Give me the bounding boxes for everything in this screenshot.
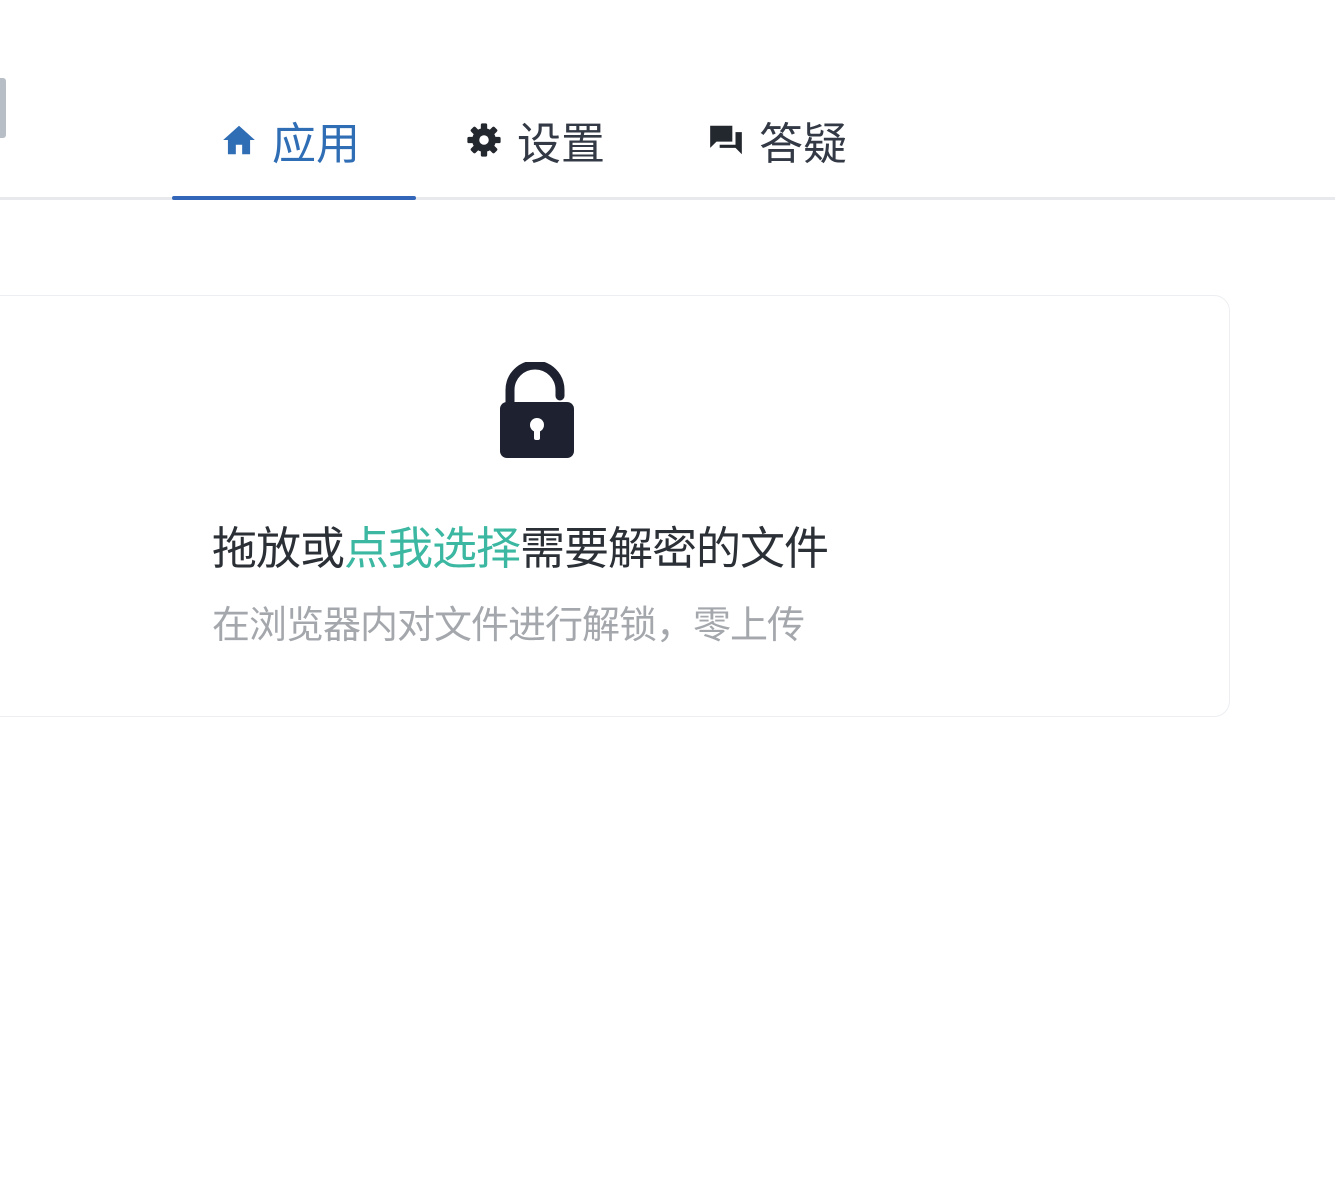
chat-icon xyxy=(710,125,742,155)
drop-instruction: 拖放或点我选择需要解密的文件 xyxy=(212,512,912,577)
gear-icon xyxy=(467,123,501,157)
tab-settings[interactable]: 设置 xyxy=(465,102,605,178)
tab-app[interactable]: 应用 xyxy=(220,102,360,178)
active-tab-indicator xyxy=(172,196,416,200)
drop-subtitle: 在浏览器内对文件进行解锁，零上传 xyxy=(212,603,805,647)
top-nav-bar: 应用 设置 答疑 xyxy=(0,0,1335,200)
tab-qa[interactable]: 答疑 xyxy=(707,102,847,178)
tab-bar: 应用 设置 答疑 xyxy=(0,0,1335,200)
file-drop-zone[interactable] xyxy=(0,295,1230,717)
drop-prefix: 拖放或 xyxy=(212,522,345,575)
tab-qa-label: 答疑 xyxy=(759,119,847,170)
tab-app-label: 应用 xyxy=(272,119,360,170)
drop-suffix: 需要解密的文件 xyxy=(520,522,829,575)
home-icon xyxy=(223,125,255,155)
unlock-icon xyxy=(500,362,574,458)
tab-settings-label: 设置 xyxy=(517,119,605,170)
choose-file-link[interactable]: 点我选择 xyxy=(344,522,521,575)
